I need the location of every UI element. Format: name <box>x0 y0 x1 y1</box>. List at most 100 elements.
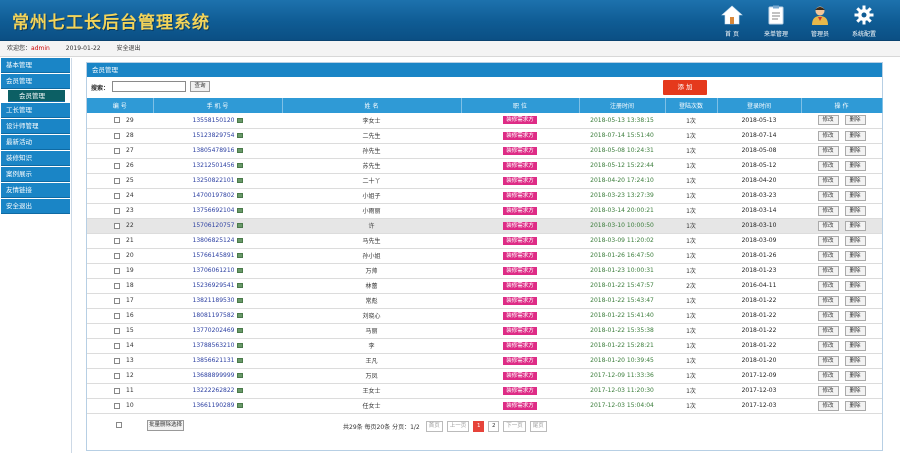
edit-button[interactable]: 修改 <box>817 175 839 186</box>
edit-button[interactable]: 修改 <box>817 190 839 201</box>
sidebar-item-cases[interactable]: 案例展示 <box>1 167 70 182</box>
row-checkbox[interactable] <box>114 297 120 304</box>
sidebar-item-logout[interactable]: 安全退出 <box>1 199 70 214</box>
delete-button[interactable]: 删除 <box>844 160 866 171</box>
row-checkbox[interactable] <box>114 192 120 199</box>
sidebar-subitem-members[interactable]: 会员管理 <box>8 90 65 102</box>
row-phone[interactable]: 13661190289 <box>193 402 235 409</box>
edit-button[interactable]: 修改 <box>817 160 839 171</box>
row-checkbox[interactable] <box>114 387 120 394</box>
sidebar-item-basic[interactable]: 基本管理 <box>1 58 70 73</box>
delete-button[interactable]: 删除 <box>844 175 866 186</box>
delete-button[interactable]: 删除 <box>844 145 866 156</box>
row-checkbox[interactable] <box>114 117 120 124</box>
row-checkbox[interactable] <box>114 237 120 244</box>
row-checkbox[interactable] <box>114 342 120 349</box>
edit-button[interactable]: 修改 <box>817 220 839 231</box>
delete-button[interactable]: 删除 <box>844 235 866 246</box>
edit-button[interactable]: 修改 <box>817 325 839 336</box>
logout-link[interactable]: 安全退出 <box>117 45 141 52</box>
row-phone[interactable]: 13756692104 <box>193 207 235 214</box>
row-checkbox[interactable] <box>114 147 120 154</box>
row-checkbox[interactable] <box>114 357 120 364</box>
nav-orders[interactable]: 来单管理 <box>756 4 796 38</box>
edit-button[interactable]: 修改 <box>817 265 839 276</box>
row-phone[interactable]: 13788563210 <box>193 342 235 349</box>
row-phone[interactable]: 13856621131 <box>193 357 235 364</box>
sidebar-item-members[interactable]: 会员管理 <box>1 74 70 89</box>
row-phone[interactable]: 15236929541 <box>193 282 235 289</box>
add-button[interactable]: 添 加 <box>663 80 707 95</box>
edit-button[interactable]: 修改 <box>817 370 839 381</box>
row-checkbox[interactable] <box>114 252 120 259</box>
delete-button[interactable]: 删除 <box>844 205 866 216</box>
row-checkbox[interactable] <box>114 282 120 289</box>
page-1-button[interactable]: 1 <box>473 420 485 432</box>
delete-button[interactable]: 删除 <box>844 115 866 126</box>
edit-button[interactable]: 修改 <box>817 400 839 411</box>
nav-home[interactable]: 首 页 <box>712 4 752 38</box>
row-checkbox[interactable] <box>114 177 120 184</box>
row-phone[interactable]: 14700197802 <box>193 192 235 199</box>
delete-button[interactable]: 删除 <box>844 310 866 321</box>
delete-button[interactable]: 删除 <box>844 280 866 291</box>
row-phone[interactable]: 15706120757 <box>193 222 235 229</box>
edit-button[interactable]: 修改 <box>817 340 839 351</box>
edit-button[interactable]: 修改 <box>817 385 839 396</box>
row-checkbox[interactable] <box>114 132 120 139</box>
row-checkbox[interactable] <box>114 372 120 379</box>
delete-button[interactable]: 删除 <box>844 340 866 351</box>
sidebar-item-knowledge[interactable]: 装修知识 <box>1 151 70 166</box>
row-checkbox[interactable] <box>114 312 120 319</box>
row-phone[interactable]: 13821189530 <box>193 297 235 304</box>
sidebar-item-foremen[interactable]: 工长管理 <box>1 103 70 118</box>
delete-button[interactable]: 删除 <box>844 295 866 306</box>
delete-button[interactable]: 删除 <box>844 190 866 201</box>
prev-page-button[interactable]: 上一页 <box>446 420 470 432</box>
sidebar-item-activities[interactable]: 最新活动 <box>1 135 70 150</box>
row-checkbox[interactable] <box>114 162 120 169</box>
edit-button[interactable]: 修改 <box>817 205 839 216</box>
page-2-button[interactable]: 2 <box>488 420 500 432</box>
search-button[interactable]: 查询 <box>190 81 210 92</box>
delete-button[interactable]: 删除 <box>844 355 866 366</box>
sidebar-item-designers[interactable]: 设计师管理 <box>1 119 70 134</box>
row-checkbox[interactable] <box>114 402 120 409</box>
nav-admin[interactable]: 管理员 <box>800 4 840 38</box>
edit-button[interactable]: 修改 <box>817 130 839 141</box>
delete-button[interactable]: 删除 <box>844 265 866 276</box>
row-phone[interactable]: 13250822101 <box>193 177 235 184</box>
delete-button[interactable]: 删除 <box>844 370 866 381</box>
nav-settings[interactable]: 系统配置 <box>844 4 884 38</box>
edit-button[interactable]: 修改 <box>817 355 839 366</box>
sidebar-item-links[interactable]: 友情链接 <box>1 183 70 198</box>
search-input[interactable] <box>112 81 186 92</box>
edit-button[interactable]: 修改 <box>817 115 839 126</box>
row-phone[interactable]: 13770202469 <box>193 327 235 334</box>
select-all-checkbox[interactable] <box>116 421 122 428</box>
row-checkbox[interactable] <box>114 207 120 214</box>
delete-button[interactable]: 删除 <box>844 385 866 396</box>
delete-button[interactable]: 删除 <box>844 220 866 231</box>
row-checkbox[interactable] <box>114 267 120 274</box>
delete-button[interactable]: 删除 <box>844 400 866 411</box>
row-phone[interactable]: 13688899999 <box>193 372 235 379</box>
row-phone[interactable]: 13558150120 <box>193 117 235 124</box>
row-phone[interactable]: 13806825124 <box>193 237 235 244</box>
delete-button[interactable]: 删除 <box>844 250 866 261</box>
row-phone[interactable]: 13212501456 <box>193 162 235 169</box>
row-phone[interactable]: 18081197582 <box>193 312 235 319</box>
delete-button[interactable]: 删除 <box>844 325 866 336</box>
bulk-delete-button[interactable]: 批量删除选择 <box>147 419 184 431</box>
row-phone[interactable]: 15123829754 <box>193 132 235 139</box>
last-page-button[interactable]: 尾页 <box>529 420 547 432</box>
edit-button[interactable]: 修改 <box>817 310 839 321</box>
delete-button[interactable]: 删除 <box>844 130 866 141</box>
row-checkbox[interactable] <box>114 222 120 229</box>
edit-button[interactable]: 修改 <box>817 295 839 306</box>
next-page-button[interactable]: 下一页 <box>503 420 526 432</box>
edit-button[interactable]: 修改 <box>817 235 839 246</box>
row-phone[interactable]: 13706061210 <box>193 267 235 274</box>
row-phone[interactable]: 13805478916 <box>193 147 235 154</box>
edit-button[interactable]: 修改 <box>817 280 839 291</box>
